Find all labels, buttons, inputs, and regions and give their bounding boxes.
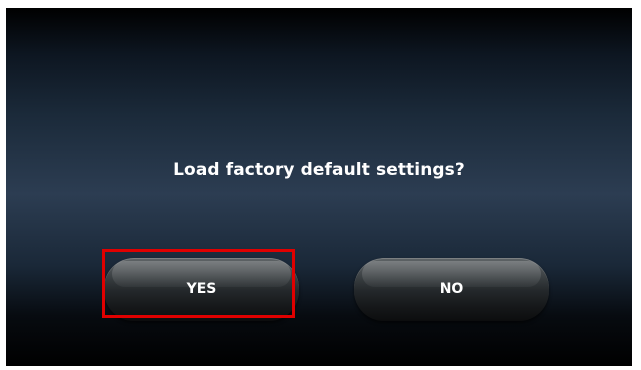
no-button-label: NO	[439, 281, 464, 297]
dialog-message: Load factory default settings?	[173, 160, 465, 180]
yes-button[interactable]: YES	[104, 258, 299, 321]
yes-button-label: YES	[186, 281, 217, 297]
no-button[interactable]: NO	[354, 258, 549, 321]
dialog-screen: Load factory default settings? YES NO	[6, 8, 632, 366]
